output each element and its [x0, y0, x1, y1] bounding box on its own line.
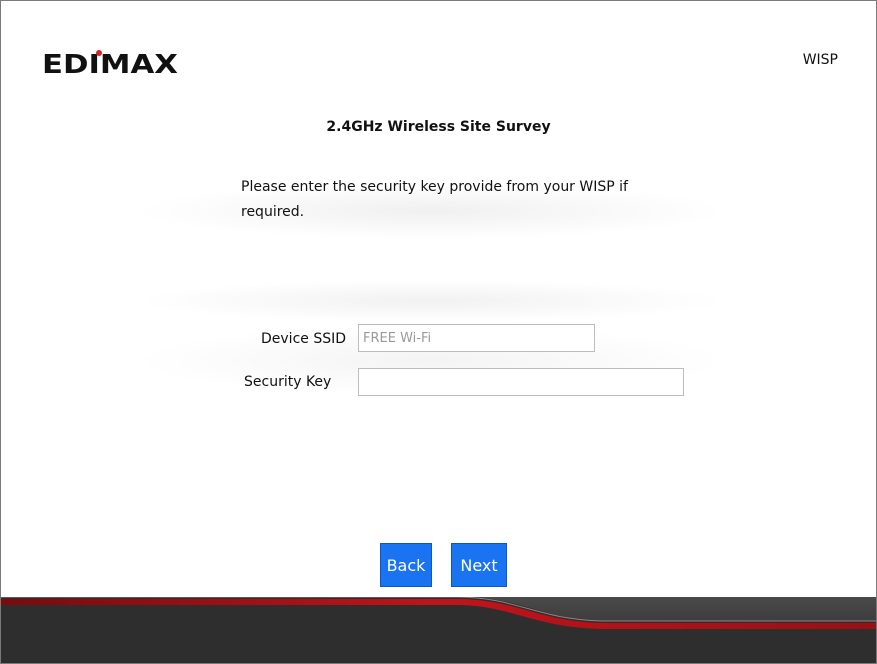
logo-red-dot: [96, 50, 102, 56]
device-ssid-input[interactable]: [358, 324, 595, 352]
back-button[interactable]: Back: [380, 543, 432, 587]
mode-label: WISP: [802, 52, 838, 68]
page-title: 2.4GHz Wireless Site Survey: [326, 119, 551, 135]
next-button[interactable]: Next: [451, 543, 507, 587]
edimax-logo: EDIMAX: [42, 49, 182, 79]
instruction-text: Please enter the security key provide fr…: [241, 179, 628, 220]
footer-graphic: [1, 596, 876, 663]
content-background: [1, 1, 876, 605]
wizard-window: EDIMAX WISP 2.4GHz Wireless Site Survey …: [0, 0, 877, 664]
footer-band: [1, 596, 876, 663]
security-key-input[interactable]: [358, 368, 684, 396]
security-key-label: Security Key: [244, 374, 332, 390]
logo-text: EDIMAX: [42, 50, 178, 79]
edimax-logo-graphic: EDIMAX: [42, 50, 178, 79]
device-ssid-label: Device SSID: [261, 331, 347, 347]
